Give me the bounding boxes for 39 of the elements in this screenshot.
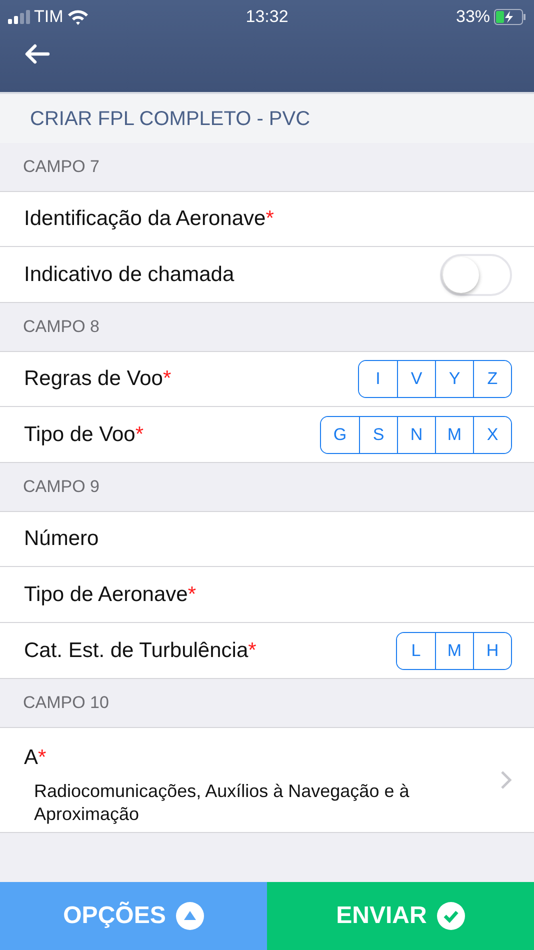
- segment-option[interactable]: Z: [473, 361, 511, 397]
- field-label: Cat. Est. de Turbulência: [24, 638, 248, 662]
- required-asterisk: *: [266, 207, 274, 230]
- field-label: Identificação da Aeronave: [24, 207, 266, 230]
- signal-icon: [8, 10, 30, 24]
- send-button[interactable]: ENVIAR: [267, 882, 534, 950]
- required-asterisk: *: [248, 638, 256, 662]
- chevron-icon: [500, 770, 512, 790]
- required-asterisk: *: [162, 367, 172, 390]
- battery-charging-icon: [494, 9, 526, 25]
- segment-option[interactable]: X: [473, 416, 511, 452]
- field-label: Tipo de Voo: [24, 422, 136, 446]
- toggle-switch[interactable]: [440, 254, 512, 296]
- check-circle-icon: [436, 902, 465, 930]
- back-arrow-icon[interactable]: [24, 44, 50, 64]
- section-header: CAMPO 9: [23, 476, 100, 498]
- list-item[interactable]: Tipo de Aeronave*: [0, 567, 534, 623]
- page-title: CRIAR FPL COMPLETO - PVC: [30, 106, 310, 132]
- section-header: CAMPO 8: [23, 316, 100, 338]
- required-asterisk: *: [135, 422, 144, 446]
- battery-percent: 33%: [456, 6, 490, 28]
- options-button[interactable]: OPÇÕES: [0, 882, 267, 950]
- field-label: Número: [24, 527, 99, 550]
- carrier-name: TIM: [34, 6, 64, 28]
- field-description: Radiocomunicações, Auxílios à Navegação e à Aproximação: [33, 780, 410, 826]
- list-item[interactable]: Identificação da Aeronave*: [0, 191, 534, 247]
- list-item[interactable]: A* Radiocomunicações, Auxílios à Navegação e à Aproximação: [0, 727, 534, 834]
- required-asterisk: *: [38, 746, 46, 769]
- required-asterisk: *: [188, 582, 196, 606]
- section-header: CAMPO 10: [23, 692, 109, 714]
- clock-time: 13:32: [246, 6, 288, 28]
- segment-option[interactable]: H: [473, 632, 511, 668]
- field-label: Tipo de Aeronave: [24, 582, 188, 606]
- field-label: Regras de Voo: [24, 367, 163, 390]
- section-header: CAMPO 7: [23, 156, 100, 178]
- field-label: A: [24, 746, 38, 769]
- field-label: Indicativo de chamada: [24, 262, 234, 286]
- wifi-icon: [67, 9, 90, 25]
- list-item[interactable]: Número: [0, 511, 534, 567]
